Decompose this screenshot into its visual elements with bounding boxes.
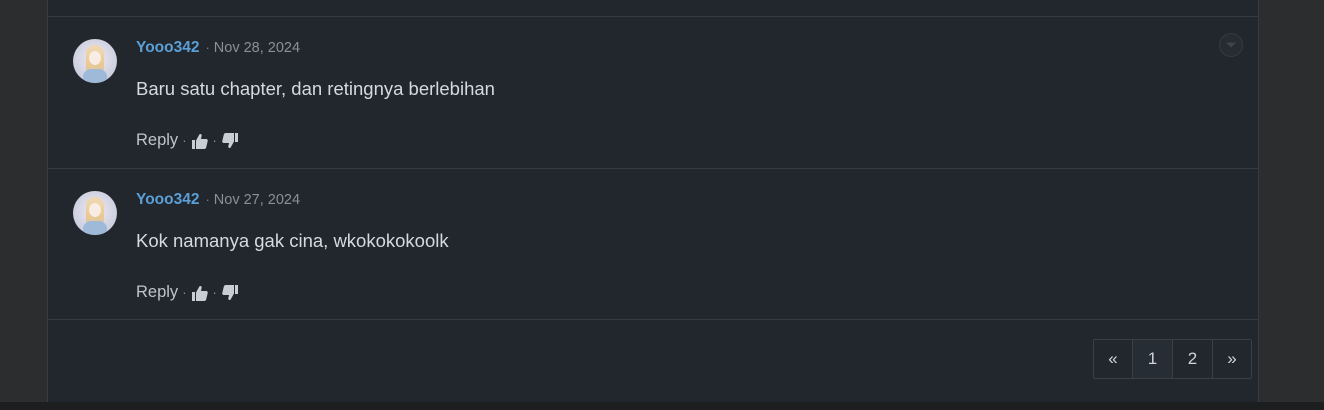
reply-button[interactable]: Reply	[136, 283, 178, 302]
comment-actions: Reply · ·	[136, 283, 239, 302]
comment-date: Nov 27, 2024	[213, 192, 301, 208]
comment-text: Baru satu chapter, dan retingnya berlebi…	[136, 78, 495, 99]
avatar[interactable]	[73, 191, 117, 235]
pagination-page-2[interactable]: 2	[1172, 340, 1212, 378]
thumbs-up-icon[interactable]	[191, 284, 209, 302]
comment-meta: Yooo342 · Nov 27, 2024	[136, 191, 300, 209]
thumbs-up-icon[interactable]	[191, 132, 209, 150]
thumbs-down-icon[interactable]	[221, 284, 239, 302]
thumbs-down-icon[interactable]	[221, 132, 239, 150]
comment-text: Kok namanya gak cina, wkokokokoolk	[136, 230, 449, 251]
comment-item: Yooo342 · Nov 28, 2024 Baru satu chapter, …	[48, 17, 1258, 168]
comment-item: Yooo342 · Nov 27, 2024 Kok namanya gak cin…	[48, 169, 1258, 320]
action-separator: ·	[212, 285, 217, 300]
comment-meta: Yooo342 · Nov 28, 2024	[136, 39, 300, 57]
username-link[interactable]: Yooo342	[136, 191, 199, 208]
comment-menu-button[interactable]	[1219, 33, 1243, 57]
comment-actions: Reply · ·	[136, 131, 239, 150]
pagination-next-button[interactable]: »	[1212, 340, 1251, 378]
reply-button[interactable]: Reply	[136, 131, 178, 150]
action-separator: ·	[212, 133, 217, 148]
action-separator: ·	[182, 285, 187, 300]
meta-separator: ·	[205, 40, 210, 55]
comments-panel: Yooo342 · Nov 28, 2024 Baru satu chapter, …	[47, 0, 1259, 402]
meta-separator: ·	[205, 192, 210, 207]
divider	[48, 319, 1258, 320]
bottom-bar	[0, 402, 1324, 410]
avatar[interactable]	[73, 39, 117, 83]
pagination-page-1[interactable]: 1	[1132, 340, 1172, 378]
username-link[interactable]: Yooo342	[136, 39, 199, 56]
action-separator: ·	[182, 133, 187, 148]
pagination-prev-button[interactable]: «	[1094, 340, 1132, 378]
comment-date: Nov 28, 2024	[213, 40, 301, 56]
pagination: « 1 2 »	[1093, 339, 1252, 379]
chevron-down-icon	[1225, 36, 1237, 54]
